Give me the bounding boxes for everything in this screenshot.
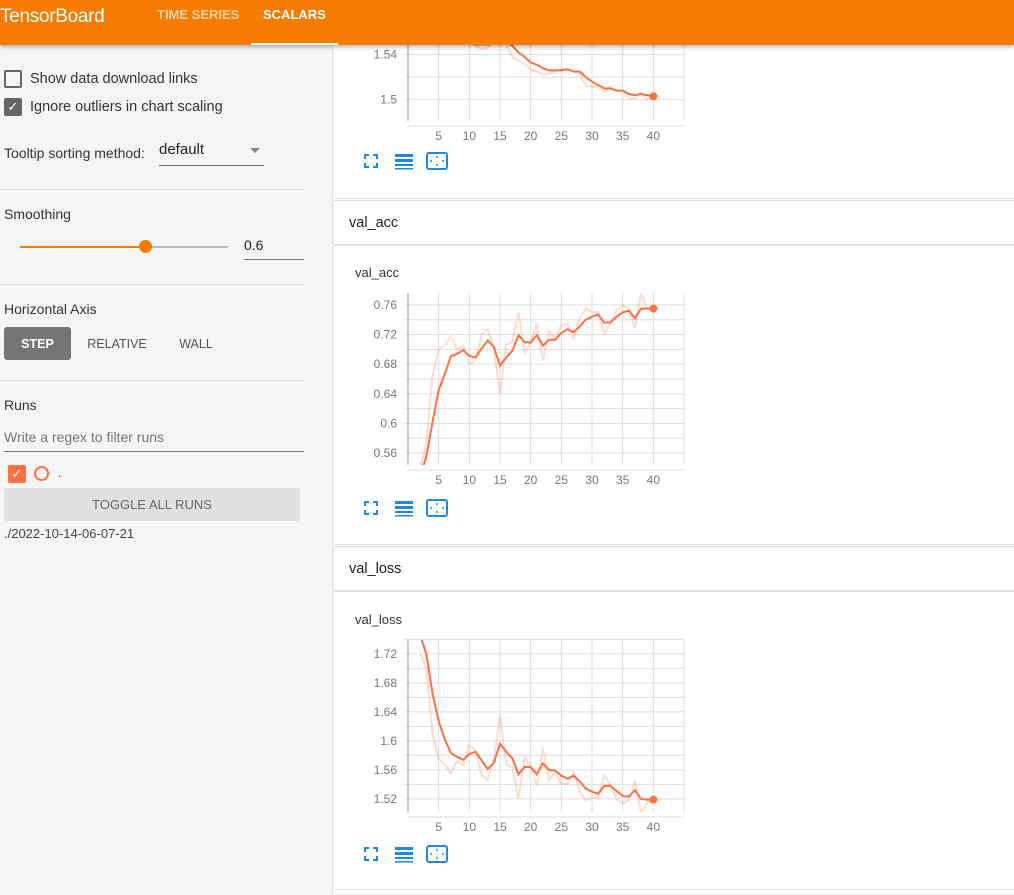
y-tick-label: 0.56 bbox=[374, 446, 398, 460]
x-tick-label: 5 bbox=[435, 473, 442, 487]
x-tick-label: 5 bbox=[435, 129, 442, 143]
dropdown-arrow-icon bbox=[250, 148, 260, 153]
y-tick-label: 1.52 bbox=[374, 792, 398, 806]
x-tick-label: 5 bbox=[435, 820, 442, 834]
y-tick-label: 0.6 bbox=[380, 416, 397, 430]
x-tick-label: 15 bbox=[493, 820, 507, 834]
axis-wall-button[interactable]: WALL bbox=[163, 327, 229, 360]
plot-area bbox=[419, 293, 654, 465]
y-tick-label: 1.64 bbox=[374, 705, 398, 719]
axis-step-button[interactable]: STEP bbox=[4, 327, 71, 360]
y-tick-label: 0.72 bbox=[374, 328, 398, 342]
x-tick-label: 30 bbox=[585, 820, 599, 834]
raw-series-line bbox=[419, 653, 654, 812]
checkbox-label: Ignore outliers in chart scaling bbox=[30, 99, 223, 115]
legend-icon[interactable] bbox=[394, 499, 413, 517]
x-tick-label: 10 bbox=[463, 129, 477, 143]
legend-icon[interactable] bbox=[394, 152, 413, 170]
x-tick-label: 25 bbox=[555, 820, 569, 834]
chart-toolbar bbox=[362, 499, 448, 517]
select-value: default bbox=[159, 141, 205, 158]
fit-domain-icon[interactable] bbox=[426, 499, 448, 517]
chart-toolbar bbox=[362, 152, 448, 170]
fullscreen-icon[interactable] bbox=[362, 499, 380, 517]
y-tick-label: 1.5 bbox=[380, 93, 397, 107]
smoothed-series-line bbox=[420, 640, 654, 801]
x-tick-label: 20 bbox=[524, 473, 538, 487]
tooltip-sorting-label: Tooltip sorting method: bbox=[4, 145, 145, 161]
smoothing-label: Smoothing bbox=[4, 206, 71, 222]
runs-label: Runs bbox=[4, 397, 37, 413]
x-tick-label: 30 bbox=[585, 129, 599, 143]
x-tick-label: 20 bbox=[524, 129, 538, 143]
slider-thumb[interactable] bbox=[138, 240, 152, 253]
run-name: . bbox=[58, 466, 62, 480]
y-tick-label: 1.54 bbox=[374, 48, 398, 62]
tab-scalars[interactable]: SCALARS bbox=[251, 7, 338, 45]
chart-toolbar bbox=[362, 845, 448, 863]
run-checkbox[interactable]: ✓ bbox=[8, 465, 26, 483]
x-tick-label: 20 bbox=[524, 820, 538, 834]
y-tick-label: 1.72 bbox=[374, 647, 398, 661]
fullscreen-icon[interactable] bbox=[362, 845, 380, 863]
run-filter-input[interactable]: Write a regex to filter runs bbox=[4, 425, 304, 452]
checkbox-label: Show data download links bbox=[30, 71, 198, 87]
fit-domain-icon[interactable] bbox=[426, 152, 448, 170]
y-tick-label: 0.76 bbox=[374, 298, 398, 312]
x-tick-label: 30 bbox=[585, 473, 599, 487]
toggle-all-runs-button[interactable]: TOGGLE ALL RUNS bbox=[4, 488, 300, 521]
legend-icon[interactable] bbox=[394, 845, 413, 863]
smoothing-slider[interactable] bbox=[20, 240, 228, 253]
x-tick-label: 35 bbox=[616, 129, 630, 143]
y-tick-label: 0.64 bbox=[374, 387, 398, 401]
x-tick-label: 35 bbox=[616, 820, 630, 834]
show-download-links-checkbox[interactable]: Show data download links bbox=[4, 70, 198, 88]
slider-fill bbox=[20, 246, 145, 248]
x-tick-label: 10 bbox=[463, 820, 477, 834]
x-tick-label: 15 bbox=[493, 129, 507, 143]
tab-time-series[interactable]: TIME SERIES bbox=[157, 7, 239, 45]
divider bbox=[0, 284, 304, 285]
x-tick-label: 25 bbox=[555, 129, 569, 143]
smoothed-series-line bbox=[422, 307, 654, 465]
val-acc-chart[interactable]: 5 10 15 20 25 30 35 40 0.56 0.6 0.64 0.68 0.72 0.76 bbox=[355, 285, 695, 495]
divider bbox=[0, 380, 304, 381]
last-point-marker bbox=[649, 795, 658, 804]
y-tick-label: 0.68 bbox=[374, 357, 398, 371]
x-tick-label: 40 bbox=[647, 473, 661, 487]
check-icon[interactable]: ✓ bbox=[4, 98, 22, 116]
chart-title: val_acc bbox=[355, 265, 400, 280]
fit-domain-icon[interactable] bbox=[426, 845, 448, 863]
tooltip-sorting-select[interactable]: default bbox=[159, 141, 264, 166]
plot-area bbox=[419, 640, 654, 812]
run-path: ./2022-10-14-06-07-21 bbox=[4, 526, 135, 541]
x-tick-label: 35 bbox=[616, 473, 630, 487]
checkbox-unchecked[interactable] bbox=[4, 70, 22, 88]
chart-title: val_loss bbox=[355, 612, 402, 627]
fullscreen-icon[interactable] bbox=[362, 152, 380, 170]
horizontal-axis-label: Horizontal Axis bbox=[4, 301, 97, 317]
x-tick-label: 25 bbox=[555, 473, 569, 487]
divider bbox=[0, 189, 304, 190]
top-bar: TensorBoard TIME SERIES SCALARS bbox=[0, 0, 1014, 45]
card-header-val-acc[interactable]: val_acc bbox=[334, 200, 1014, 245]
run-radio[interactable] bbox=[34, 466, 49, 481]
y-tick-label: 1.68 bbox=[374, 676, 398, 690]
y-tick-label: 1.56 bbox=[374, 763, 398, 777]
x-tick-label: 40 bbox=[647, 820, 661, 834]
axis-relative-button[interactable]: RELATIVE bbox=[77, 327, 157, 360]
brand-logo[interactable]: TensorBoard bbox=[0, 6, 105, 28]
x-tick-label: 10 bbox=[463, 473, 477, 487]
ignore-outliers-checkbox[interactable]: ✓ Ignore outliers in chart scaling bbox=[4, 98, 223, 116]
card-header-val-loss[interactable]: val_loss bbox=[334, 546, 1014, 591]
x-tick-label: 40 bbox=[647, 129, 661, 143]
x-tick-label: 15 bbox=[493, 473, 507, 487]
y-tick-label: 1.6 bbox=[380, 734, 397, 748]
last-point-marker bbox=[649, 304, 658, 313]
val-loss-chart[interactable]: 5 10 15 20 25 30 35 40 1.52 1.56 1.6 1.64 1.68 1.72 bbox=[355, 632, 695, 842]
smoothing-input[interactable]: 0.6 bbox=[244, 235, 304, 260]
sidebar: Show data download links ✓ Ignore outlie… bbox=[0, 45, 333, 895]
last-point-marker bbox=[649, 92, 658, 101]
